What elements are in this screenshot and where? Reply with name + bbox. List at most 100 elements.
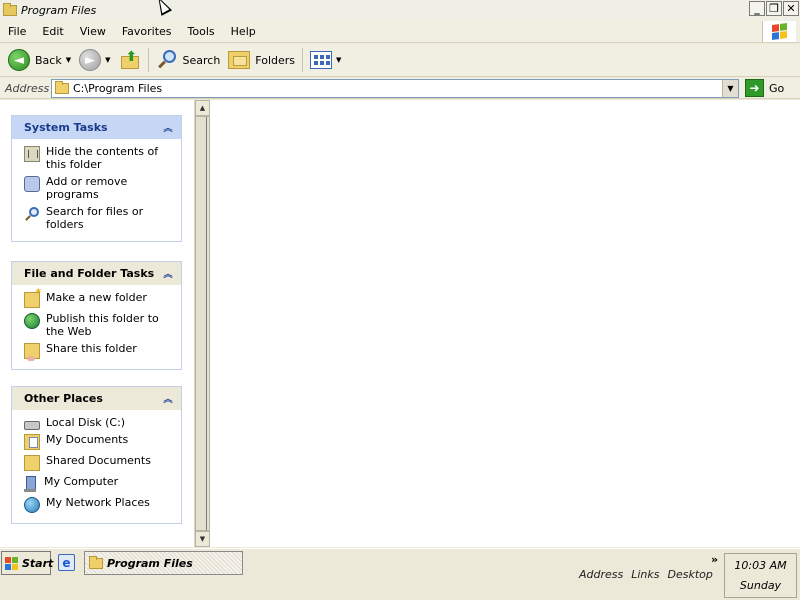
back-dropdown-icon[interactable]: ▼ bbox=[66, 56, 71, 64]
window-controls: _ ❐ ✕ bbox=[749, 1, 799, 16]
up-folder-button[interactable]: ⬆ bbox=[115, 46, 145, 74]
collapse-icon[interactable]: ︽ bbox=[161, 267, 175, 281]
collapse-icon[interactable]: ︽ bbox=[161, 392, 175, 406]
folder-content-area[interactable] bbox=[210, 100, 800, 547]
network-icon bbox=[24, 497, 40, 513]
task-hide-contents[interactable]: Hide the contents of this folder bbox=[24, 145, 177, 171]
globe-icon bbox=[24, 313, 40, 329]
toolbar-chevron-icon[interactable]: » bbox=[711, 553, 718, 566]
toolbar-separator bbox=[302, 48, 304, 72]
back-label: Back bbox=[35, 53, 62, 67]
views-icon bbox=[310, 51, 333, 69]
search-icon bbox=[24, 206, 40, 222]
place-local-disk[interactable]: Local Disk (C:) bbox=[24, 416, 177, 430]
taskbar-toolbars: Address Links Desktop bbox=[579, 568, 713, 581]
address-label: Address bbox=[5, 81, 50, 95]
scroll-down-button[interactable]: ▼ bbox=[195, 531, 210, 547]
address-dropdown-icon[interactable]: ▼ bbox=[722, 80, 738, 97]
views-button[interactable]: ▼ bbox=[306, 46, 345, 74]
address-value: C:\Program Files bbox=[73, 82, 163, 95]
system-tasks-panel: System Tasks ︽ Hide the contents of this… bbox=[11, 115, 182, 242]
forward-button[interactable]: ► ▼ bbox=[75, 46, 114, 74]
menu-view[interactable]: View bbox=[72, 25, 114, 38]
place-label: Local Disk (C:) bbox=[46, 416, 126, 429]
internet-explorer-icon[interactable]: e bbox=[58, 554, 75, 571]
collapse-icon[interactable]: ︽ bbox=[161, 121, 175, 135]
task-label: Search for files or folders bbox=[46, 205, 144, 231]
place-my-computer[interactable]: My Computer bbox=[24, 475, 177, 492]
other-places-list: Local Disk (C:) My Documents Shared Docu… bbox=[12, 410, 181, 523]
minimize-button[interactable]: _ bbox=[749, 1, 765, 16]
menu-edit[interactable]: Edit bbox=[34, 25, 71, 38]
windows-flag-icon bbox=[772, 22, 787, 41]
folders-button[interactable]: Folders bbox=[224, 46, 299, 74]
forward-arrow-icon: ► bbox=[79, 49, 102, 71]
address-input[interactable]: C:\Program Files ▼ bbox=[51, 79, 739, 98]
task-label: Publish this folder to the Web bbox=[46, 312, 159, 338]
menu-favorites[interactable]: Favorites bbox=[114, 25, 180, 38]
views-dropdown-icon[interactable]: ▼ bbox=[336, 56, 341, 64]
title-bar[interactable]: Program Files _ ❐ ✕ bbox=[0, 0, 800, 20]
search-button[interactable]: Search bbox=[152, 46, 225, 74]
restore-button[interactable]: ❐ bbox=[766, 1, 782, 16]
hide-contents-icon bbox=[24, 146, 40, 162]
scroll-thumb[interactable] bbox=[195, 116, 210, 531]
task-label: Hide the contents of this folder bbox=[46, 145, 159, 171]
system-tasks-header[interactable]: System Tasks ︽ bbox=[12, 116, 181, 139]
scroll-up-button[interactable]: ▲ bbox=[195, 100, 210, 116]
file-folder-tasks-header[interactable]: File and Folder Tasks ︽ bbox=[12, 262, 181, 285]
place-shared-documents[interactable]: Shared Documents bbox=[24, 454, 177, 471]
place-label: My Network Places bbox=[46, 496, 150, 509]
add-remove-programs-icon bbox=[24, 176, 40, 192]
start-button[interactable]: Start bbox=[1, 551, 54, 575]
start-label: Start bbox=[22, 556, 54, 570]
panel-title: System Tasks bbox=[24, 121, 108, 134]
menu-help[interactable]: Help bbox=[223, 25, 264, 38]
go-arrow-icon: ➜ bbox=[745, 79, 764, 97]
address-bar: Address C:\Program Files ▼ ➜ Go bbox=[0, 78, 800, 99]
forward-dropdown-icon[interactable]: ▼ bbox=[105, 56, 110, 64]
vertical-scrollbar[interactable]: ▲ ▼ bbox=[194, 100, 210, 547]
taskbar-window-button[interactable]: Program Files bbox=[84, 551, 243, 575]
taskbar-links-toolbar[interactable]: Links bbox=[631, 568, 659, 581]
go-button[interactable]: ➜ Go bbox=[745, 79, 784, 97]
share-folder-icon bbox=[24, 343, 40, 361]
taskbar-address-toolbar[interactable]: Address bbox=[579, 568, 623, 581]
menu-file[interactable]: File bbox=[0, 25, 34, 38]
file-folder-tasks-list: Make a new folder Publish this folder to… bbox=[12, 285, 181, 369]
close-button[interactable]: ✕ bbox=[783, 1, 799, 16]
window-title: Program Files bbox=[21, 3, 97, 17]
shared-documents-icon bbox=[24, 455, 40, 471]
back-arrow-icon: ◄ bbox=[8, 49, 30, 71]
task-make-new-folder[interactable]: Make a new folder bbox=[24, 287, 177, 308]
task-publish-folder[interactable]: Publish this folder to the Web bbox=[24, 312, 177, 338]
task-add-remove-programs[interactable]: Add or remove programs bbox=[24, 175, 177, 201]
hard-disk-icon bbox=[24, 421, 40, 430]
place-label: My Computer bbox=[44, 475, 119, 488]
folder-icon bbox=[3, 2, 17, 16]
toolbar-separator bbox=[147, 48, 149, 72]
clock-time: 10:03 AM bbox=[734, 558, 787, 572]
menu-tools[interactable]: Tools bbox=[180, 25, 223, 38]
panel-title: Other Places bbox=[24, 392, 103, 405]
other-places-header[interactable]: Other Places ︽ bbox=[12, 387, 181, 410]
back-button[interactable]: ◄ Back ▼ bbox=[4, 46, 75, 74]
taskbar-desktop-toolbar[interactable]: Desktop bbox=[668, 568, 713, 581]
task-label: Share this folder bbox=[46, 342, 137, 355]
task-pane: System Tasks ︽ Hide the contents of this… bbox=[0, 100, 194, 547]
search-icon bbox=[156, 49, 178, 71]
toolbar: ◄ Back ▼ ► ▼ ⬆ Search Folders ▼ bbox=[0, 44, 800, 77]
taskbar: Start e Program Files » Address Links De… bbox=[0, 548, 800, 600]
folders-icon bbox=[228, 51, 251, 69]
taskbar-window-label: Program Files bbox=[107, 556, 193, 570]
windows-flag-icon bbox=[5, 556, 18, 570]
place-my-documents[interactable]: My Documents bbox=[24, 433, 177, 450]
place-label: Shared Documents bbox=[46, 454, 151, 467]
folders-label: Folders bbox=[255, 53, 296, 67]
task-search-files[interactable]: Search for files or folders bbox=[24, 205, 177, 231]
up-folder-icon: ⬆ bbox=[119, 49, 141, 71]
system-clock[interactable]: 10:03 AM Sunday bbox=[724, 553, 797, 598]
windows-logo bbox=[762, 21, 796, 42]
task-share-folder[interactable]: Share this folder bbox=[24, 342, 177, 361]
place-my-network-places[interactable]: My Network Places bbox=[24, 496, 177, 513]
